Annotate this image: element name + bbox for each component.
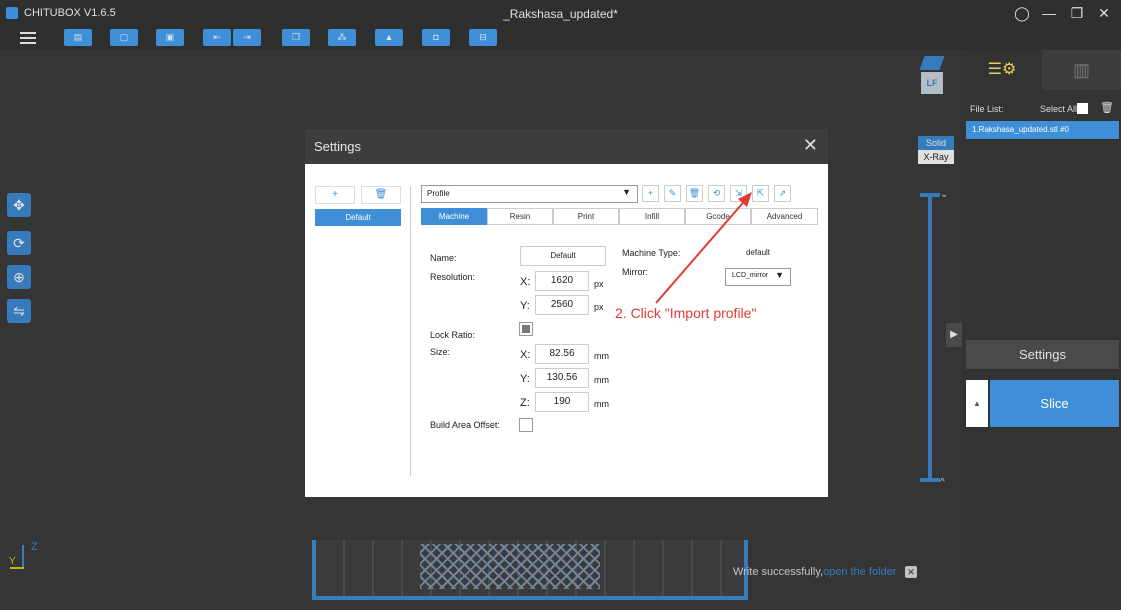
profile-list-item[interactable]: Default [315,209,401,226]
res-y-unit: px [594,302,604,312]
res-y-field[interactable]: 2560 [535,295,589,315]
build-area-offset-checkbox[interactable] [519,418,533,432]
close-window-button[interactable]: ✕ [1094,4,1114,22]
settings-dialog-header: Settings ✕ [305,129,828,164]
slice-button[interactable]: Slice [990,380,1119,427]
profile-select-value: Profile [427,189,450,198]
delete-profile-icon[interactable]: 🗑 [686,185,703,202]
reset-profile-icon[interactable]: ⟲ [708,185,725,202]
lock-ratio-label: Lock Ratio: [430,330,476,340]
size-label: Size: [430,347,451,357]
name-field[interactable]: Default [520,246,606,266]
new-profile-icon[interactable]: + [642,185,659,202]
tab-support[interactable]: ▥ [1042,50,1121,90]
chevron-down-icon: ▼ [775,270,784,280]
tab-print[interactable]: Print [553,208,619,225]
machine-type-value: default [746,248,771,257]
file-list-label: File List: [970,104,1004,114]
layout-button[interactable]: ⁂ [328,29,356,46]
hamburger-icon[interactable] [20,29,36,45]
cut-button[interactable]: ⊟ [469,29,497,46]
res-x-unit: px [594,279,604,289]
share-profile-icon[interactable]: ⇗ [774,185,791,202]
dialog-divider [410,186,411,476]
tab-machine[interactable]: Machine [421,208,487,225]
tab-advanced[interactable]: Advanced [751,208,818,225]
open-project-button[interactable]: ▢ [110,29,138,46]
add-profile-icon[interactable]: + [315,186,355,204]
mirror-select[interactable]: LCD_mirror ▼ [725,268,791,286]
name-label: Name: [430,253,457,263]
tab-resin[interactable]: Resin [487,208,553,225]
copy-button[interactable]: ❐ [282,29,310,46]
build-area-offset-label: Build Area Offset: [430,420,500,430]
maximize-button[interactable]: ❐ [1067,4,1087,22]
size-x-unit: mm [594,351,609,361]
support-button[interactable]: ▲ [375,29,403,46]
mirror-label: Mirror: [622,267,648,277]
dialog-close-icon[interactable]: ✕ [803,135,818,156]
import-profile-icon[interactable]: ⇲ [730,185,747,202]
export-button[interactable]: ⇥ [233,29,261,46]
export-profile-icon[interactable]: ⇱ [752,185,769,202]
res-x-label: X: [520,276,531,288]
tab-infill[interactable]: Infill [619,208,685,225]
edit-profile-icon[interactable]: ✎ [664,185,681,202]
title-bar: CHITUBOX V1.6.5 _Rakshasa_updated* ◯ — ❐… [0,0,1121,26]
size-x-label: X: [520,349,531,361]
import-button[interactable]: ⇤ [203,29,231,46]
annotation-text: 2. Click "Import profile" [615,305,757,321]
delete-profile-list-icon[interactable]: 🗑 [361,186,401,204]
size-z-label: Z: [520,397,530,409]
profile-select[interactable]: Profile ▼ [421,185,638,203]
select-all-checkbox[interactable] [1077,103,1088,114]
tab-edit[interactable]: ☰⚙ [962,50,1042,90]
mirror-select-value: LCD_mirror [732,272,769,279]
user-icon[interactable]: ◯ [1012,4,1032,22]
res-x-field[interactable]: 1620 [535,271,589,291]
size-z-unit: mm [594,399,609,409]
resolution-label: Resolution: [430,272,476,282]
minimize-button[interactable]: — [1039,4,1059,22]
select-all-label: Select All [1040,104,1078,114]
size-z-field[interactable]: 190 [535,392,589,412]
hollow-button[interactable]: ◘ [422,29,450,46]
window-title: _Rakshasa_updated* [503,7,618,21]
file-list-item[interactable]: 1.Rakshasa_updated.stl #0 [966,121,1119,139]
delete-files-icon[interactable]: 🗑 [1100,101,1114,114]
lock-ratio-checkbox[interactable] [519,322,533,336]
settings-dialog-body: + 🗑 Default Profile ▼ + ✎ 🗑 ⟲ ⇲ ⇱ ⇗ Mach… [305,164,828,497]
size-y-unit: mm [594,375,609,385]
machine-type-label: Machine Type: [622,248,681,258]
dialog-title: Settings [314,139,361,154]
size-y-field[interactable]: 130.56 [535,368,589,388]
settings-button[interactable]: Settings [966,340,1119,369]
main-toolbar: ▤ ▢ ▣ ⇤ ⇥ ❐ ⁂ ▲ ◘ ⊟ [0,26,1121,50]
res-y-label: Y: [520,300,530,312]
tab-gcode[interactable]: Gcode [685,208,751,225]
size-y-label: Y: [520,373,530,385]
open-file-button[interactable]: ▤ [64,29,92,46]
chevron-down-icon: ▼ [622,187,631,197]
slice-expand-icon[interactable]: ▲ [966,380,988,427]
save-button[interactable]: ▣ [156,29,184,46]
size-x-field[interactable]: 82.56 [535,344,589,364]
